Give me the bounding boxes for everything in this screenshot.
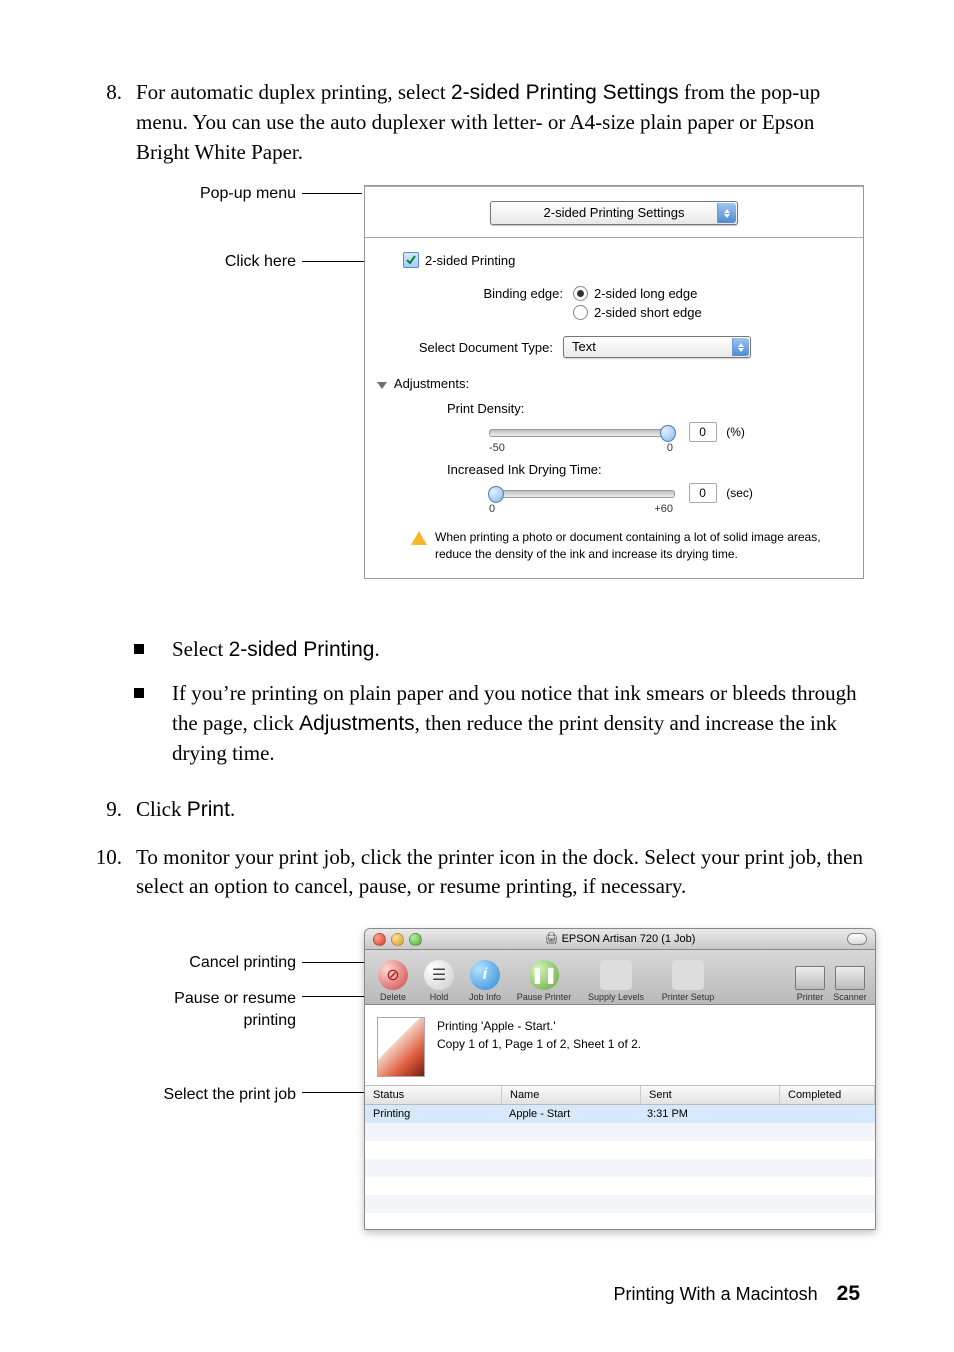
checkbox-2sided[interactable] <box>403 252 419 268</box>
stepper-arrows-icon <box>717 203 736 223</box>
callout-popup-menu: Pop-up menu <box>132 185 296 203</box>
printer-mode-button[interactable]: Printer <box>791 966 829 1002</box>
ui-term-2sided-settings: 2-sided Printing Settings <box>451 81 679 104</box>
doc-type-label: Select Document Type: <box>403 340 553 355</box>
leader-line <box>302 193 362 194</box>
minimize-icon[interactable] <box>391 933 404 946</box>
scanner-mode-button[interactable]: Scanner <box>831 966 869 1002</box>
drying-time-slider[interactable] <box>489 490 675 498</box>
print-density-unit: (%) <box>726 425 745 439</box>
page-footer: Printing With a Macintosh 25 <box>614 1282 860 1306</box>
window-titlebar: 🖨 EPSON Artisan 720 (1 Job) <box>365 929 875 950</box>
step-number: 9. <box>78 795 136 825</box>
close-icon[interactable] <box>373 933 386 946</box>
step-body: For automatic duplex printing, select 2-… <box>136 78 864 167</box>
print-settings-panel: 2-sided Printing Settings 2-sided Printi… <box>364 185 864 578</box>
figure-print-queue: Cancel printing Pause or resume printing… <box>132 928 864 1248</box>
pause-printer-button[interactable]: ❚❚Pause Printer <box>509 960 579 1002</box>
zoom-icon[interactable] <box>409 933 422 946</box>
page-number: 25 <box>837 1282 860 1305</box>
print-density-slider[interactable] <box>489 429 675 437</box>
doc-type-select[interactable]: Text <box>563 336 751 358</box>
text: To monitor your print job, click the pri… <box>136 843 864 903</box>
binding-edge-label: Binding edge: <box>403 286 563 301</box>
progress-line-2: Copy 1 of 1, Page 1 of 2, Sheet 1 of 2. <box>437 1035 641 1053</box>
drying-time-value[interactable]: 0 <box>689 483 717 503</box>
drying-time-unit: (sec) <box>726 486 753 500</box>
toolbar-toggle-icon[interactable] <box>847 933 867 945</box>
supply-levels-button[interactable]: Supply Levels <box>581 960 651 1002</box>
tick: 0 <box>667 442 673 454</box>
hold-button[interactable]: ☰Hold <box>417 960 461 1002</box>
callout-cancel: Cancel printing <box>132 954 296 972</box>
step-number: 10. <box>78 843 136 903</box>
print-queue-window: 🖨 EPSON Artisan 720 (1 Job) ⊘Delete ☰Hol… <box>364 928 876 1230</box>
cell-sent: 3:31 PM <box>639 1105 777 1123</box>
radio-short-edge[interactable] <box>573 305 588 320</box>
radio-long-edge-label: 2-sided long edge <box>594 286 697 301</box>
text: . <box>230 797 235 821</box>
window-title: EPSON Artisan 720 (1 Job) <box>562 933 696 945</box>
warning-text: When printing a photo or document contai… <box>435 529 835 561</box>
stepper-arrows-icon <box>732 338 749 356</box>
bullet-select-2sided: Select 2-sided Printing. <box>134 635 864 665</box>
ui-term-adjustments: Adjustments <box>299 712 415 735</box>
tick: +60 <box>654 503 673 515</box>
bullet-icon <box>134 644 144 654</box>
drying-time-label: Increased Ink Drying Time: <box>447 462 835 477</box>
step-8: 8. For automatic duplex printing, select… <box>78 78 864 167</box>
callout-pause-resume: Pause or resume printing <box>132 988 296 1031</box>
text: . <box>374 637 379 661</box>
adjustments-label: Adjustments: <box>394 376 469 391</box>
col-completed[interactable]: Completed <box>780 1086 875 1104</box>
text: Click <box>136 797 187 821</box>
text: Select <box>172 637 229 661</box>
tick: 0 <box>489 503 495 515</box>
print-density-label: Print Density: <box>447 401 835 416</box>
col-sent[interactable]: Sent <box>641 1086 780 1104</box>
printer-setup-button[interactable]: Printer Setup <box>653 960 723 1002</box>
callout-select-job: Select the print job <box>132 1084 296 1106</box>
cell-status: Printing <box>365 1105 501 1123</box>
col-name[interactable]: Name <box>502 1086 641 1104</box>
step-10: 10. To monitor your print job, click the… <box>78 843 864 903</box>
section-title: Printing With a Macintosh <box>614 1284 818 1304</box>
warning-icon <box>411 531 427 545</box>
delete-button[interactable]: ⊘Delete <box>371 960 415 1002</box>
popup-menu-select[interactable]: 2-sided Printing Settings <box>490 201 738 225</box>
radio-short-edge-label: 2-sided short edge <box>594 305 702 320</box>
figure-print-settings: Pop-up menu Click here 2-sided Printing … <box>132 185 864 595</box>
toolbar: ⊘Delete ☰Hold iJob Info ❚❚Pause Printer … <box>365 950 875 1005</box>
bullet-icon <box>134 688 144 698</box>
queue-empty-rows <box>365 1123 875 1230</box>
tick: -50 <box>489 442 505 454</box>
step-9: 9. Click Print. <box>78 795 864 825</box>
callout-click-here: Click here <box>132 253 296 271</box>
cell-name: Apple - Start <box>501 1105 639 1123</box>
disclosure-triangle-icon[interactable] <box>377 382 387 389</box>
queue-row[interactable]: Printing Apple - Start 3:31 PM <box>365 1105 875 1123</box>
doc-type-value: Text <box>572 339 596 354</box>
step-number: 8. <box>78 78 136 167</box>
cell-completed <box>777 1105 875 1123</box>
job-thumbnail <box>377 1017 425 1077</box>
ui-term-2sided-printing: 2-sided Printing <box>229 638 375 661</box>
queue-header: Status Name Sent Completed <box>365 1085 875 1105</box>
radio-long-edge[interactable] <box>573 286 588 301</box>
ui-term-print: Print <box>187 798 230 821</box>
bullet-adjustments: If you’re printing on plain paper and yo… <box>134 679 864 768</box>
text: For automatic duplex printing, select <box>136 80 451 104</box>
leader-line <box>302 1092 364 1093</box>
progress-line-1: Printing 'Apple - Start.' <box>437 1017 641 1035</box>
jobinfo-button[interactable]: iJob Info <box>463 960 507 1002</box>
col-status[interactable]: Status <box>365 1086 502 1104</box>
popup-menu-value: 2-sided Printing Settings <box>544 205 685 220</box>
print-density-value[interactable]: 0 <box>689 422 717 442</box>
checkbox-label: 2-sided Printing <box>425 253 515 268</box>
